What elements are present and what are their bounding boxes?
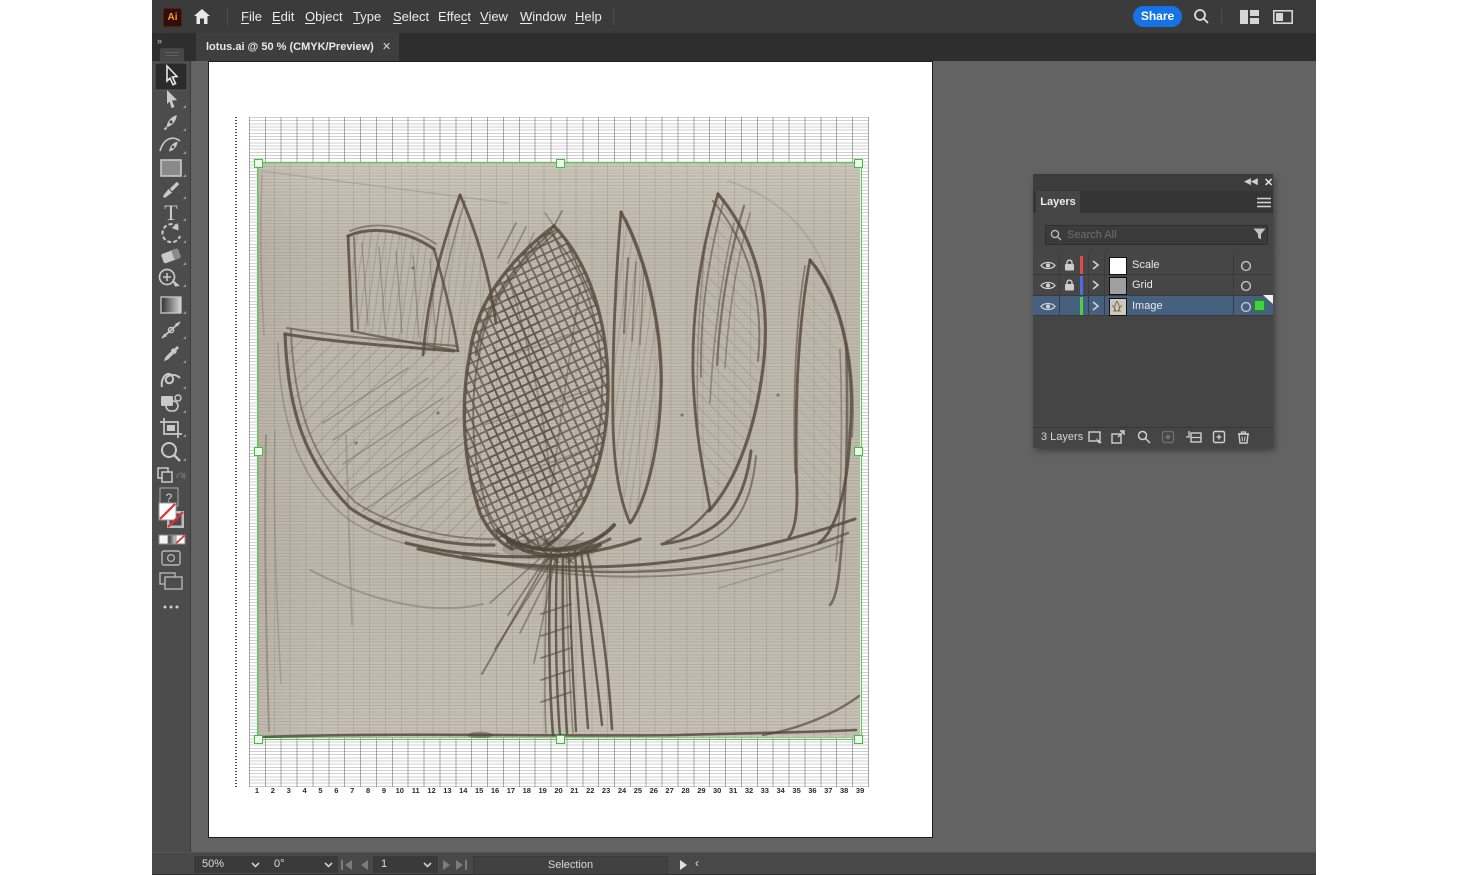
svg-text:T: T [164, 200, 178, 225]
